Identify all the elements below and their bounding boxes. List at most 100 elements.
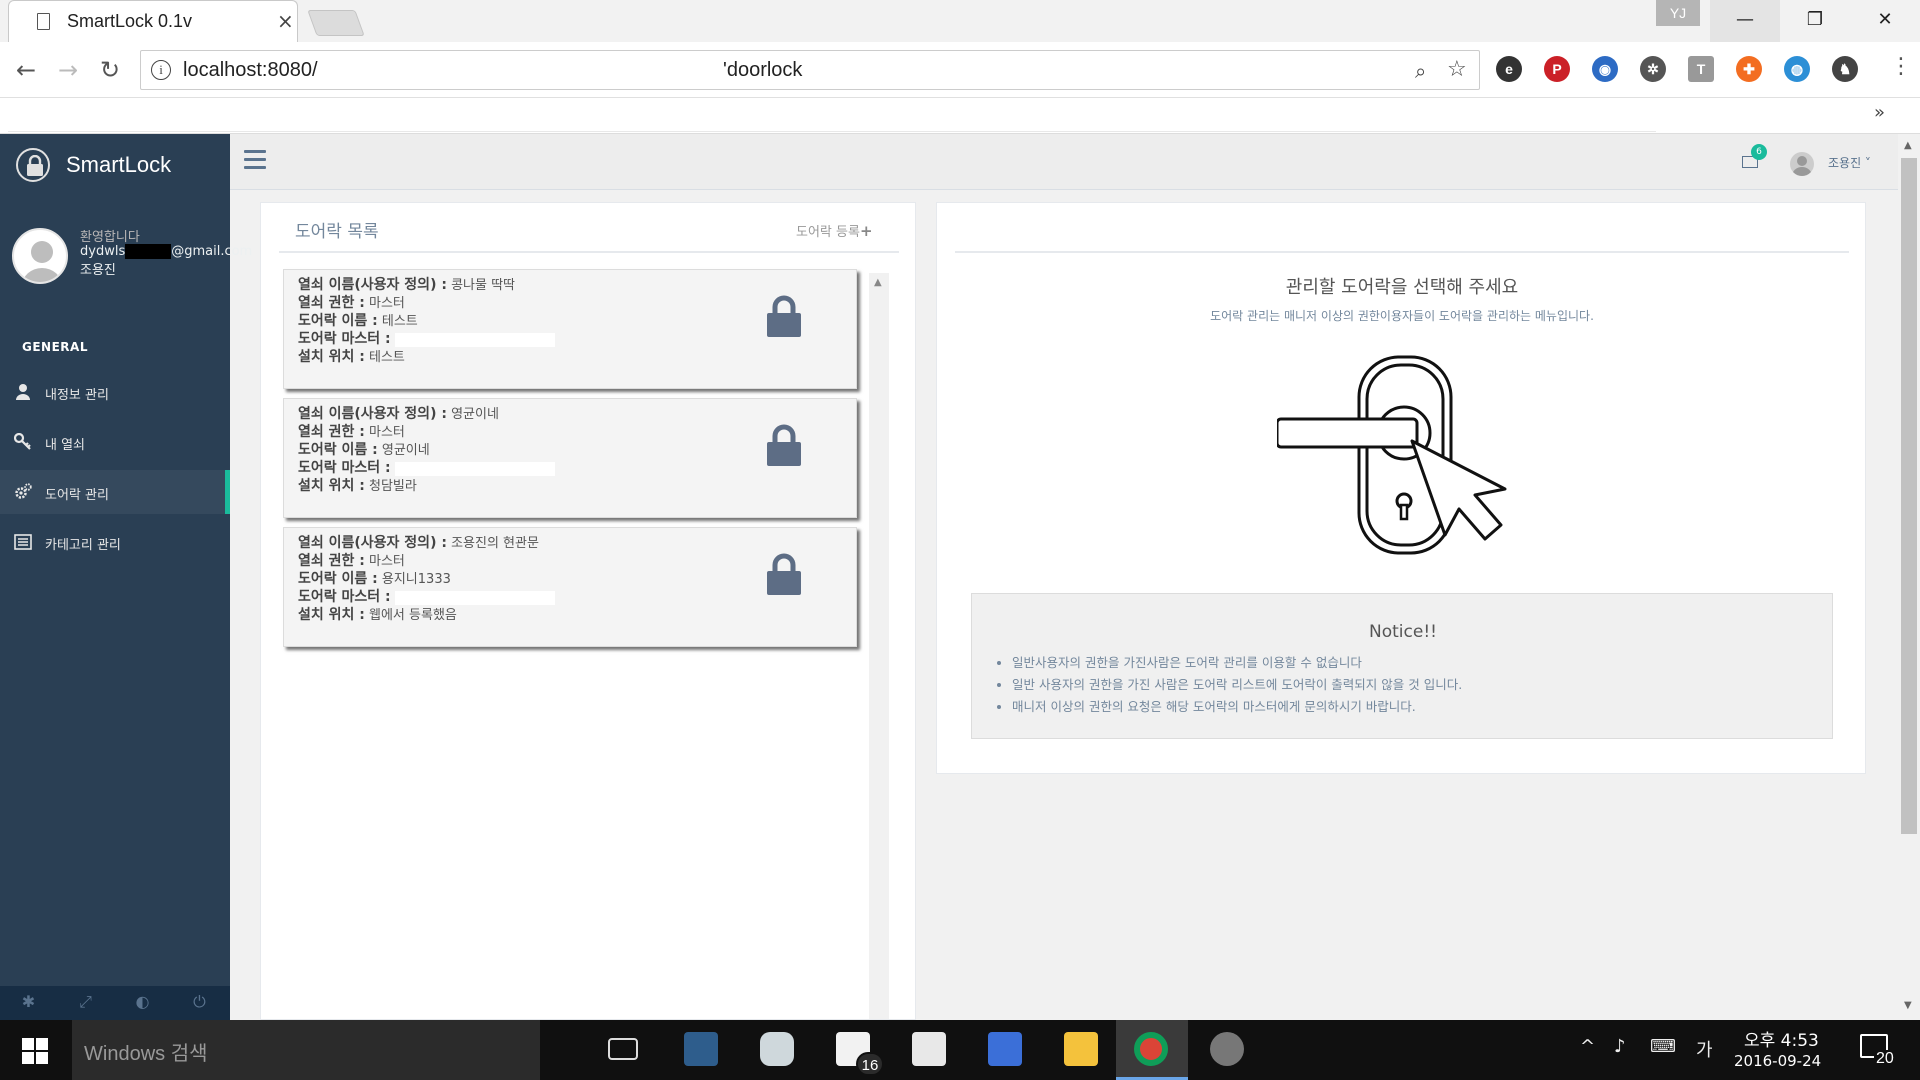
sidebar-item-label: 내 열쇠 bbox=[45, 438, 86, 453]
restore-button[interactable]: ❐ bbox=[1780, 0, 1850, 42]
doorlock-card[interactable]: 열쇠 이름(사용자 정의) : 영균이네 열쇠 권한 : 마스터 도어락 이름 … bbox=[283, 398, 857, 518]
tab-title: SmartLock 0.1v bbox=[67, 11, 193, 31]
taskbar-search[interactable]: Windows 검색 bbox=[72, 1020, 540, 1080]
mysql-workbench-icon[interactable] bbox=[668, 1030, 732, 1078]
taskbar: Windows 검색 16 ^ ♪ ⌨ 가 오후 4:53 2016-09-24… bbox=[0, 1020, 1920, 1080]
lock-eye-icon[interactable]: ◐ bbox=[114, 992, 171, 1011]
sidebar-footer: ✱ ⤢ ◐ ⏻ bbox=[0, 986, 230, 1020]
lock-master-value bbox=[394, 461, 555, 476]
doorlock-detail-panel: 관리할 도어락을 선택해 주세요 도어락 관리는 매니저 이상의 권한이용자들이… bbox=[936, 202, 1866, 774]
scroll-up-icon[interactable]: ▲ bbox=[874, 277, 882, 288]
task-view-icon[interactable] bbox=[592, 1030, 656, 1078]
notice-box: Notice!! 일반사용자의 권한을 가진사람은 도어락 관리를 이용할 수 … bbox=[971, 593, 1833, 739]
divider bbox=[279, 251, 899, 253]
divider bbox=[955, 251, 1849, 253]
profile-block: 환영합니다 dydwls @gmail.com 조용진 bbox=[12, 226, 252, 306]
add-doorlock-button[interactable]: 도어락 등록+ bbox=[796, 221, 873, 240]
address-bar[interactable]: i localhost:8080/ 'doorlock ⌕ ☆ bbox=[140, 50, 1480, 90]
tray-chevron-icon[interactable]: ^ bbox=[1580, 1036, 1595, 1057]
reload-icon[interactable]: ↻ bbox=[94, 54, 126, 86]
user-menu[interactable]: 조용진 ˅ bbox=[1828, 154, 1871, 171]
clock-date[interactable]: 2016-09-24 bbox=[1734, 1052, 1821, 1070]
scroll-down-icon[interactable]: ▼ bbox=[1904, 1000, 1912, 1011]
browser-tab[interactable]: SmartLock 0.1v × bbox=[8, 0, 298, 42]
browser-toolbar: ← → ↻ i localhost:8080/ 'doorlock ⌕ ☆ e … bbox=[0, 42, 1920, 98]
bookmarks-overflow-icon[interactable]: » bbox=[1874, 102, 1885, 123]
lock-name-value: 용지니1333 bbox=[381, 572, 451, 587]
database-icon[interactable] bbox=[744, 1030, 808, 1078]
sidebar-item-doorlock-manage[interactable]: 도어락 관리 bbox=[0, 470, 230, 514]
zoom-icon[interactable]: ⌕ bbox=[1415, 59, 1426, 83]
ime-indicator[interactable]: 가 bbox=[1696, 1036, 1713, 1062]
scroll-up-icon[interactable]: ▲ bbox=[1904, 140, 1912, 151]
notice-title: Notice!! bbox=[1369, 622, 1437, 642]
bookmark-star-icon[interactable]: ☆ bbox=[1447, 57, 1467, 82]
lock-name-value: 테스트 bbox=[381, 314, 418, 329]
location-value: 청담빌라 bbox=[369, 479, 417, 494]
gear-app-icon[interactable] bbox=[1194, 1030, 1258, 1078]
sidebar: SmartLock 환영합니다 dydwls @gmail.com 조용진 GEN… bbox=[0, 134, 252, 1020]
volume-icon[interactable]: ♪ bbox=[1614, 1036, 1626, 1057]
tab-close-button[interactable]: × bbox=[277, 9, 294, 33]
sidebar-item-label: 카테고리 관리 bbox=[45, 538, 121, 553]
section-title: GENERAL bbox=[22, 340, 88, 354]
doorlock-card[interactable]: 열쇠 이름(사용자 정의) : 콩나물 딱딱 열쇠 권한 : 마스터 도어락 이… bbox=[283, 269, 857, 389]
door-handle-illustration-icon bbox=[1277, 355, 1507, 555]
key-name-value: 조용진의 현관문 bbox=[451, 536, 539, 551]
detail-subheading: 도어락 관리는 매니저 이상의 권한이용자들이 도어락을 관리하는 메뉴입니다. bbox=[1210, 309, 1594, 323]
notification-count: 20 bbox=[1874, 1050, 1896, 1068]
doorlock-list[interactable]: ▲ 열쇠 이름(사용자 정의) : 콩나물 딱딱 열쇠 권한 : 마스터 도어락… bbox=[279, 265, 899, 1021]
file-explorer-icon[interactable] bbox=[1048, 1030, 1112, 1078]
minimize-button[interactable]: — bbox=[1710, 0, 1780, 42]
taskbar-search-placeholder: Windows 검색 bbox=[84, 1043, 208, 1065]
notice-item: 매니저 이상의 권한의 요청은 해당 도어락의 마스터에게 문의하시기 바랍니다… bbox=[1012, 696, 1462, 715]
fullscreen-icon[interactable]: ⤢ bbox=[57, 992, 114, 1012]
calendar-icon[interactable] bbox=[896, 1030, 960, 1078]
padlock-icon bbox=[767, 424, 801, 466]
settings-icon[interactable]: ✱ bbox=[0, 992, 57, 1011]
browser-menu-icon[interactable]: ⋮ bbox=[1890, 54, 1912, 79]
page-scrollbar[interactable]: ▲ ▼ bbox=[1898, 134, 1920, 1020]
url-host: localhost:8080/ bbox=[183, 59, 318, 81]
sidebar-item-category-manage[interactable]: 카테고리 관리 bbox=[0, 520, 230, 564]
sidebar-item-profile[interactable]: 내정보 관리 bbox=[0, 370, 230, 414]
key-icon bbox=[14, 433, 31, 450]
logout-icon[interactable]: ⏻ bbox=[171, 992, 228, 1012]
bookmarks-bar: » bbox=[0, 98, 1920, 134]
forward-icon[interactable]: → bbox=[52, 54, 84, 86]
user-avatar[interactable] bbox=[1790, 152, 1814, 176]
globe-extension-icon[interactable]: ◉ bbox=[1592, 56, 1618, 82]
keyboard-icon[interactable]: ⌨ bbox=[1650, 1036, 1676, 1057]
key-role-value: 마스터 bbox=[369, 425, 405, 440]
close-window-button[interactable]: ✕ bbox=[1850, 0, 1920, 42]
menu-toggle-icon[interactable] bbox=[244, 150, 266, 170]
chrome-taskbar-icon[interactable] bbox=[1116, 1020, 1188, 1080]
info-icon[interactable]: i bbox=[151, 60, 171, 80]
padlock-icon bbox=[767, 295, 801, 337]
new-tab-button[interactable] bbox=[307, 10, 365, 36]
earth-extension-icon[interactable]: ◍ bbox=[1784, 56, 1810, 82]
key-name-value: 콩나물 딱딱 bbox=[451, 278, 516, 293]
doorlock-card[interactable]: 열쇠 이름(사용자 정의) : 조용진의 현관문 열쇠 권한 : 마스터 도어락… bbox=[283, 527, 857, 647]
network-tool-icon[interactable] bbox=[972, 1030, 1036, 1078]
evernote-icon[interactable]: ♞ bbox=[1832, 56, 1858, 82]
profile-button[interactable]: YJ bbox=[1656, 0, 1700, 26]
location-value: 테스트 bbox=[369, 350, 405, 365]
extension-e-icon[interactable]: e bbox=[1496, 56, 1522, 82]
user-name: 조용진 bbox=[80, 263, 116, 278]
orange-extension-icon[interactable]: ✚ bbox=[1736, 56, 1762, 82]
mail-app-icon[interactable]: 16 bbox=[820, 1030, 884, 1078]
back-icon[interactable]: ← bbox=[10, 54, 42, 86]
list-scrollbar[interactable]: ▲ bbox=[869, 273, 889, 1019]
browser-titlebar: SmartLock 0.1v × YJ — ❐ ✕ bbox=[0, 0, 1920, 42]
clock-time[interactable]: 오후 4:53 bbox=[1744, 1026, 1819, 1051]
film-extension-icon[interactable]: ✲ bbox=[1640, 56, 1666, 82]
page-icon bbox=[37, 13, 50, 30]
sidebar-item-my-keys[interactable]: 내 열쇠 bbox=[0, 420, 230, 464]
key-role-value: 마스터 bbox=[369, 296, 405, 311]
pinterest-icon[interactable]: P bbox=[1544, 56, 1570, 82]
windows-start-icon[interactable] bbox=[22, 1038, 48, 1064]
t-extension-icon[interactable]: T bbox=[1688, 56, 1714, 82]
brand-lock-icon bbox=[16, 148, 50, 182]
scroll-thumb[interactable] bbox=[1901, 158, 1917, 834]
